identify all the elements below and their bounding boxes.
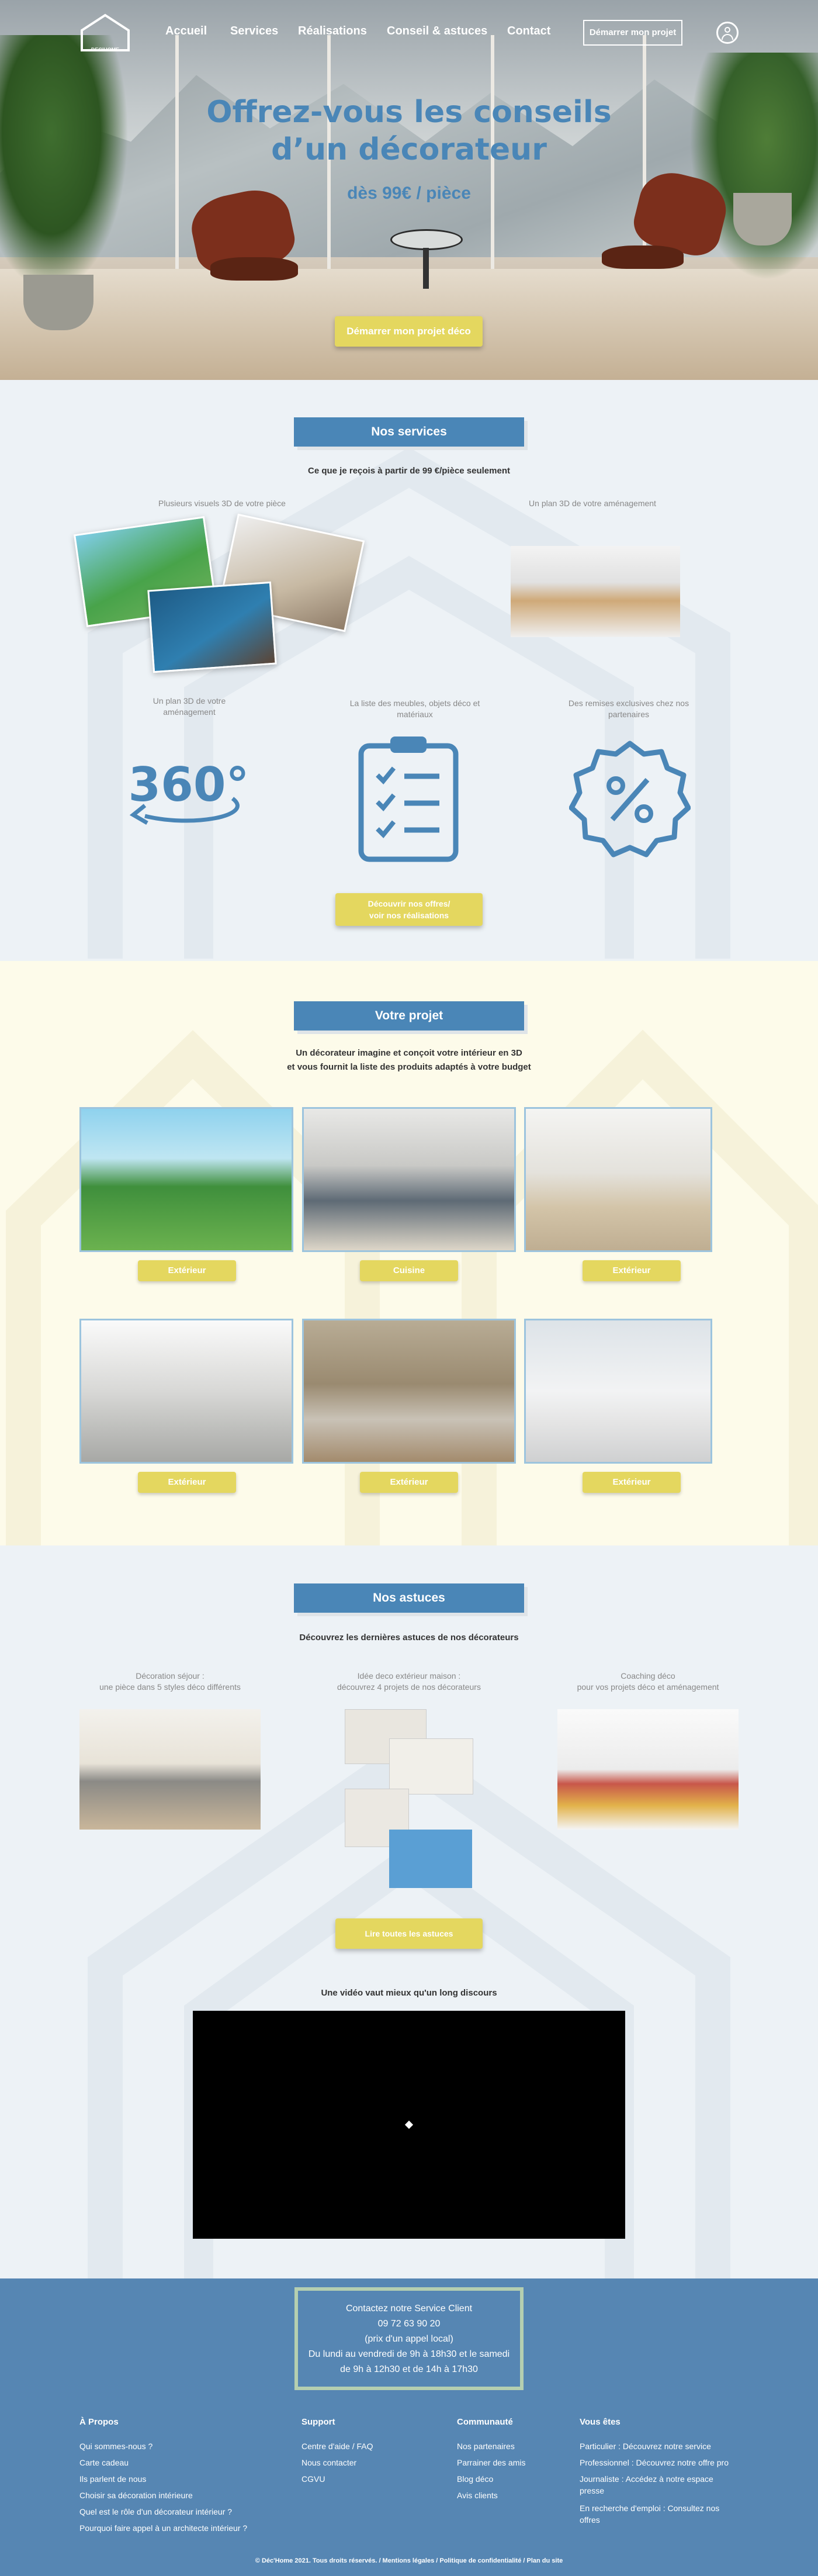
nav-realisations[interactable]: Réalisations <box>298 25 367 38</box>
project-button-exterieur-5[interactable]: Extérieur <box>583 1472 681 1493</box>
logo-text: DEC'HOME <box>91 47 120 53</box>
services-subtitle: Ce que je reçois à partir de 99 €/pièce … <box>308 466 510 476</box>
footer-link[interactable]: CGVU <box>301 2473 325 2485</box>
footer-link[interactable]: Nous contacter <box>301 2457 356 2468</box>
service-caption-plan-360: Un plan 3D de votre aménagement <box>152 696 226 717</box>
service-caption-liste: La liste des meubles, objets déco et mat… <box>349 699 480 719</box>
start-project-button[interactable]: Démarrer mon projet <box>583 20 682 46</box>
footer-heading-support: Support <box>301 2417 335 2427</box>
footer-link[interactable]: Journaliste : Accédez à notre espace pre… <box>580 2473 737 2497</box>
hero-title: Offrez-vous les conseils d’un décorateur <box>206 95 612 167</box>
footer-link[interactable]: Qui sommes-nous ? <box>79 2440 152 2452</box>
service-caption-plan: Un plan 3D de votre aménagement <box>529 499 656 508</box>
astuces-title: Nos astuces <box>294 1583 524 1613</box>
footer-link[interactable]: Pourquoi faire appel à un architecte int… <box>79 2522 247 2534</box>
astuce-image-coaching[interactable] <box>557 1709 739 1830</box>
nav-contact[interactable]: Contact <box>507 25 550 38</box>
astuce-caption-coaching: Coaching déco pour vos projets déco et a… <box>577 1671 719 1692</box>
footer-link[interactable]: Choisir sa décoration intérieure <box>79 2489 193 2501</box>
video-title: Une vidéo vaut mieux qu'un long discours <box>321 1988 497 1998</box>
footer-heading-communaute: Communauté <box>457 2417 513 2427</box>
copyright: © Déc'Home 2021. Tous droits réservés. /… <box>255 2557 563 2564</box>
astuce-image-sejour[interactable] <box>79 1709 261 1830</box>
project-tile-staircase[interactable] <box>79 1319 293 1464</box>
astuce-image-blueprint[interactable] <box>389 1830 472 1888</box>
3d-plan-image <box>511 546 680 637</box>
video-player[interactable] <box>193 2011 625 2239</box>
astuce-image-plans-2[interactable] <box>389 1738 473 1794</box>
play-icon[interactable] <box>404 2120 414 2129</box>
footer-link[interactable]: Quel est le rôle d'un décorateur intérie… <box>79 2506 232 2518</box>
nav-accueil[interactable]: Accueil <box>165 25 207 38</box>
footer-heading-apropos: À Propos <box>79 2417 119 2427</box>
footer-link[interactable]: Particulier : Découvrez notre service <box>580 2440 743 2452</box>
footer-link[interactable]: Avis clients <box>457 2489 498 2501</box>
project-button-exterieur-2[interactable]: Extérieur <box>583 1260 681 1281</box>
project-tile-kitchen[interactable] <box>302 1107 516 1252</box>
project-tile-bathroom[interactable] <box>302 1319 516 1464</box>
discount-badge-icon <box>569 741 691 857</box>
footer-link[interactable]: Carte cadeau <box>79 2457 129 2468</box>
footer-link[interactable]: Ils parlent de nous <box>79 2473 146 2485</box>
projet-subtitle: Un décorateur imagine et conçoit votre i… <box>287 1048 531 1072</box>
footer-link[interactable]: Parrainer des amis <box>457 2457 526 2468</box>
contact-phone[interactable]: 09 72 63 90 20 <box>298 2316 520 2332</box>
astuce-caption-exterieur: Idée deco extérieur maison : découvrez 4… <box>337 1671 481 1692</box>
footer-heading-vous-etes: Vous êtes <box>580 2417 621 2427</box>
rotation-arrow-icon <box>129 797 240 825</box>
service-caption-visuels: Plusieurs visuels 3D de votre pièce <box>158 499 286 508</box>
project-tile-meeting-room[interactable] <box>524 1319 712 1464</box>
user-account-icon[interactable] <box>716 22 739 44</box>
hero-banner: DEC'HOME Accueil Services Réalisations C… <box>0 0 818 380</box>
read-all-tips-button[interactable]: Lire toutes les astuces <box>335 1918 483 1949</box>
nav-conseil-astuces[interactable]: Conseil & astuces <box>387 25 487 38</box>
footer-link[interactable]: En recherche d'emploi : Consultez nos of… <box>580 2502 737 2526</box>
service-caption-remises: Des remises exclusives chez nos partenai… <box>568 699 689 719</box>
services-title: Nos services <box>294 417 524 447</box>
footer-link[interactable]: Professionnel : Découvrez notre offre pr… <box>580 2457 743 2468</box>
project-tile-exterior-1[interactable] <box>79 1107 293 1252</box>
checklist-clipboard-icon <box>358 737 459 862</box>
footer-link[interactable]: Nos partenaires <box>457 2440 515 2452</box>
side-table <box>390 229 463 250</box>
project-button-exterieur-4[interactable]: Extérieur <box>360 1472 458 1493</box>
project-button-cuisine[interactable]: Cuisine <box>360 1260 458 1281</box>
hero-subtitle: dès 99€ / pièce <box>347 184 471 203</box>
project-button-exterieur-1[interactable]: Extérieur <box>138 1260 236 1281</box>
astuces-subtitle: Découvrez les dernières astuces de nos d… <box>299 1633 519 1643</box>
nav-services[interactable]: Services <box>230 25 278 38</box>
footer-link[interactable]: Blog déco <box>457 2473 493 2485</box>
discover-offers-button[interactable]: Découvrir nos offres/ voir nos réalisati… <box>335 893 483 926</box>
footer-link[interactable]: Centre d'aide / FAQ <box>301 2440 373 2452</box>
projet-title: Votre projet <box>294 1001 524 1031</box>
project-button-exterieur-3[interactable]: Extérieur <box>138 1472 236 1493</box>
astuce-caption-sejour: Décoration séjour : une pièce dans 5 sty… <box>99 1671 241 1692</box>
3d-living-image <box>147 581 277 673</box>
hero-start-project-button[interactable]: Démarrer mon projet déco <box>335 316 483 347</box>
project-tile-bedroom[interactable] <box>524 1107 712 1252</box>
contact-box: Contactez notre Service Client 09 72 63 … <box>294 2287 524 2390</box>
